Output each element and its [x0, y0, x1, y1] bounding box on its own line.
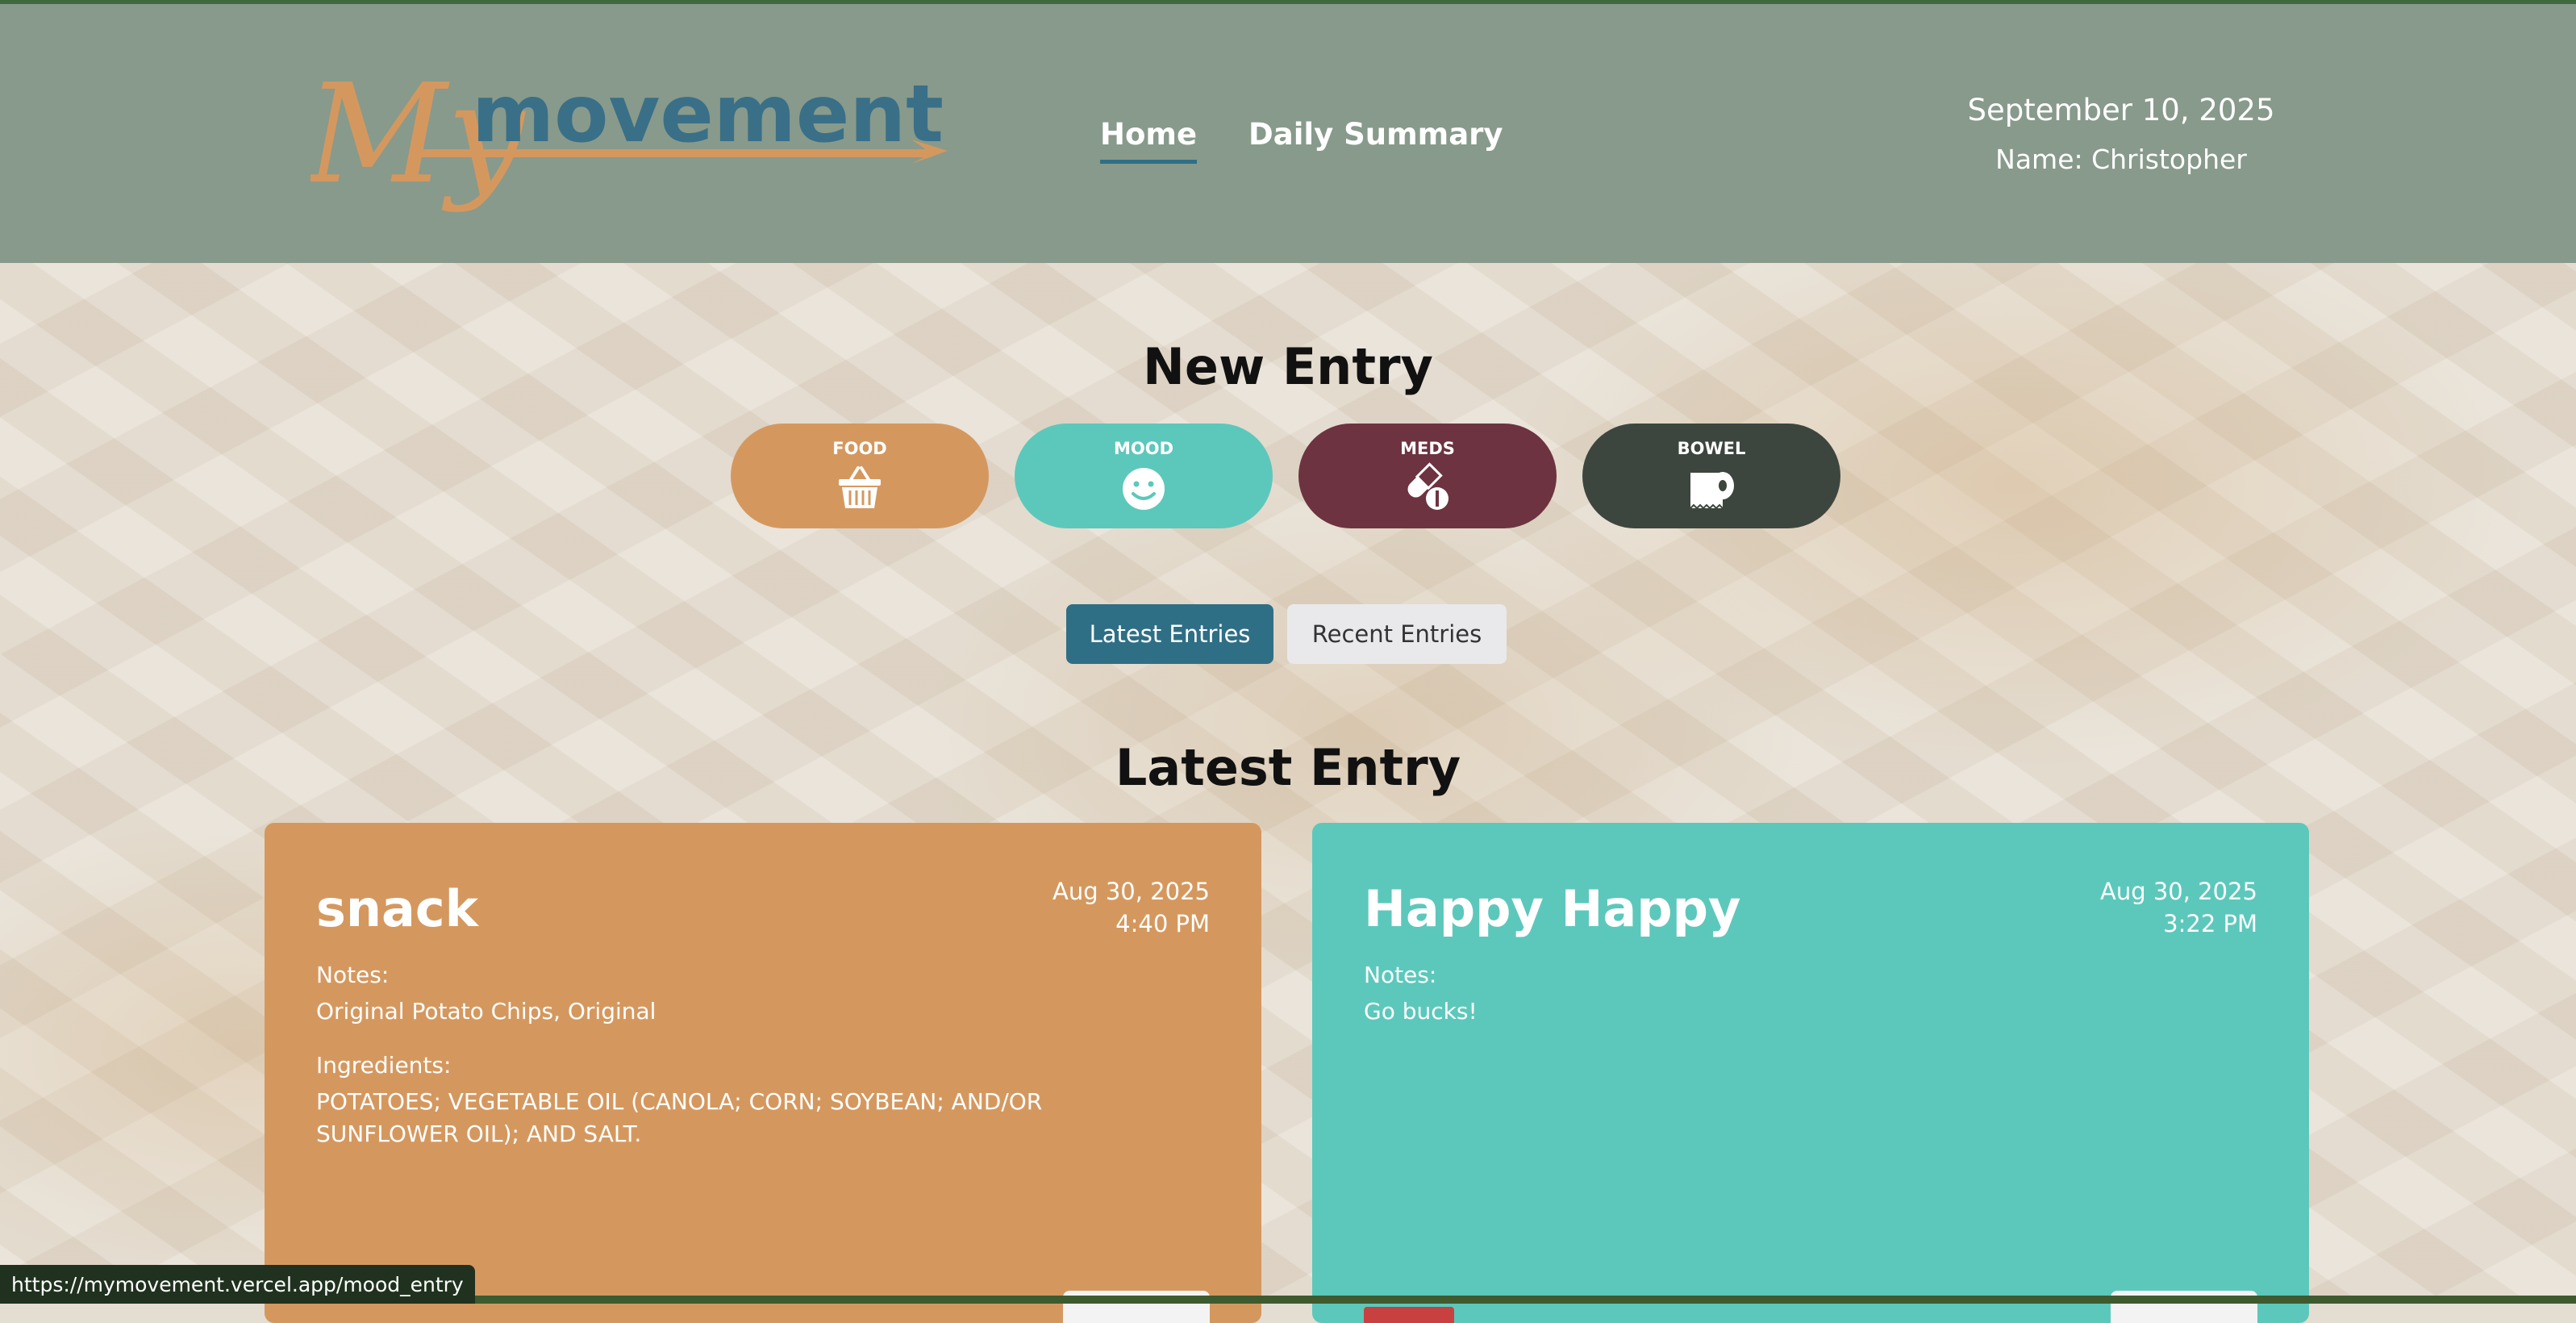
notes-label: Notes: [316, 962, 390, 988]
nav-home[interactable]: Home [1100, 117, 1198, 164]
user-name: Name: Christopher [1995, 144, 2247, 175]
smiley-icon [1123, 468, 1165, 510]
meds-label: MEDS [1400, 439, 1455, 458]
header-info: September 10, 2025 Name: Christopher [1879, 93, 2363, 175]
card-title: Happy Happy [1364, 879, 1741, 938]
card-date: Aug 30, 2025 [2100, 878, 2257, 905]
bowel-entry-button[interactable]: BOWEL [1582, 424, 1840, 528]
new-entry-title: New Entry [1143, 337, 1433, 396]
food-entry-card: snack Aug 30, 2025 4:40 PM Notes: Origin… [265, 823, 1261, 1323]
pill-icon [1407, 462, 1448, 510]
mood-entry-card: Happy Happy Aug 30, 2025 3:22 PM Notes: … [1312, 823, 2309, 1323]
notes-text: Original Potato Chips, Original [316, 998, 657, 1025]
card-timestamp: Aug 30, 2025 3:22 PM [2100, 875, 2257, 940]
notes-text: Go bucks! [1364, 998, 1478, 1025]
card-time: 4:40 PM [1115, 910, 1210, 937]
mood-label: MOOD [1113, 439, 1174, 458]
notes-label: Notes: [1364, 962, 1437, 988]
nav-daily-summary[interactable]: Daily Summary [1248, 117, 1503, 164]
site-header: My movement Home Daily Summary September… [0, 4, 2576, 263]
link-status-bar: https://mymovement.vercel.app/mood_entry [0, 1265, 475, 1304]
main-nav: Home Daily Summary [1100, 117, 1503, 164]
latest-entry-title: Latest Entry [1115, 738, 1461, 797]
card-timestamp: Aug 30, 2025 4:40 PM [1052, 875, 1210, 940]
toilet-paper-icon [1690, 472, 1734, 510]
card-date: Aug 30, 2025 [1052, 878, 1210, 905]
mymovement-logo[interactable]: My movement [304, 55, 948, 215]
logo-movement-text: movement [472, 69, 944, 161]
meds-entry-button[interactable]: MEDS [1298, 424, 1557, 528]
card-time: 3:22 PM [2163, 910, 2257, 937]
card-delete-button[interactable] [1364, 1307, 1454, 1323]
ingredients-text: POTATOES; VEGETABLE OIL (CANOLA; CORN; S… [316, 1088, 1043, 1147]
tab-recent-entries[interactable]: Recent Entries [1287, 604, 1507, 664]
food-entry-button[interactable]: FOOD [731, 424, 989, 528]
food-label: FOOD [832, 439, 887, 458]
mood-entry-button[interactable]: MOOD [1015, 424, 1273, 528]
ingredients-label: Ingredients: [316, 1052, 452, 1079]
card-title: snack [316, 879, 478, 938]
tab-latest-entries[interactable]: Latest Entries [1066, 604, 1273, 664]
bowel-label: BOWEL [1677, 439, 1746, 458]
current-date: September 10, 2025 [1967, 93, 2275, 127]
basket-icon [839, 466, 881, 508]
